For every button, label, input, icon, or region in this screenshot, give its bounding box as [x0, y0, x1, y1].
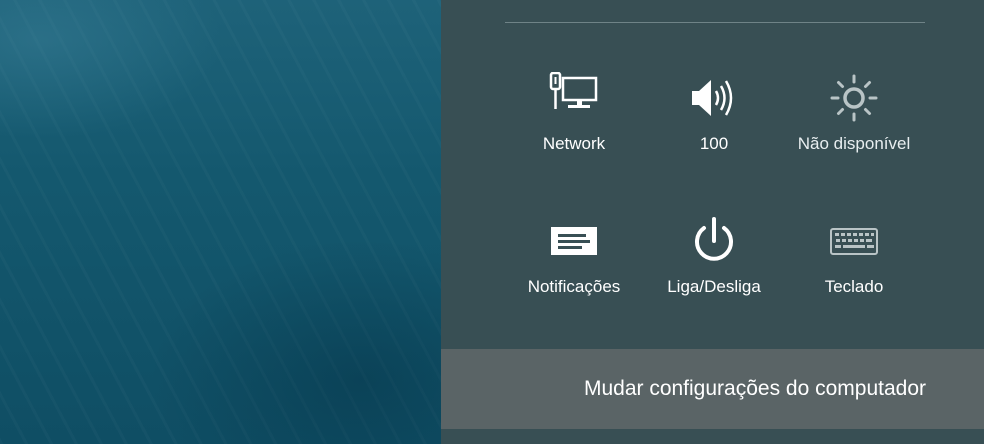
tile-label: Liga/Desliga	[667, 277, 761, 296]
panel-divider	[505, 22, 925, 23]
volume-tile[interactable]: 100	[639, 72, 789, 182]
network-tile[interactable]: Network	[499, 72, 649, 182]
tile-label: 100	[699, 134, 729, 153]
notifications-tile[interactable]: Notificações	[499, 215, 649, 325]
tile-label: Não disponível	[797, 134, 911, 153]
panel-bottom-strip	[441, 429, 984, 444]
change-pc-settings-label: Mudar configurações do computador	[583, 377, 926, 400]
desktop-background[interactable]	[0, 0, 441, 444]
brightness-tile[interactable]: Não disponível	[779, 72, 929, 182]
brightness-icon	[828, 72, 880, 124]
tile-label: Notificações	[527, 277, 621, 296]
speaker-icon	[688, 72, 740, 124]
power-icon	[688, 215, 740, 267]
change-pc-settings-link[interactable]: Mudar configurações do computador	[441, 349, 984, 429]
tile-label: Network	[542, 134, 606, 153]
screen: Network 100 Não disponível Notificações …	[0, 0, 984, 444]
keyboard-tile[interactable]: Teclado	[779, 215, 929, 325]
notifications-icon	[548, 215, 600, 267]
keyboard-icon	[828, 215, 880, 267]
settings-charm-panel: Network 100 Não disponível Notificações …	[441, 0, 984, 444]
network-monitor-icon	[548, 72, 600, 124]
power-tile[interactable]: Liga/Desliga	[639, 215, 789, 325]
tile-label: Teclado	[824, 277, 884, 296]
